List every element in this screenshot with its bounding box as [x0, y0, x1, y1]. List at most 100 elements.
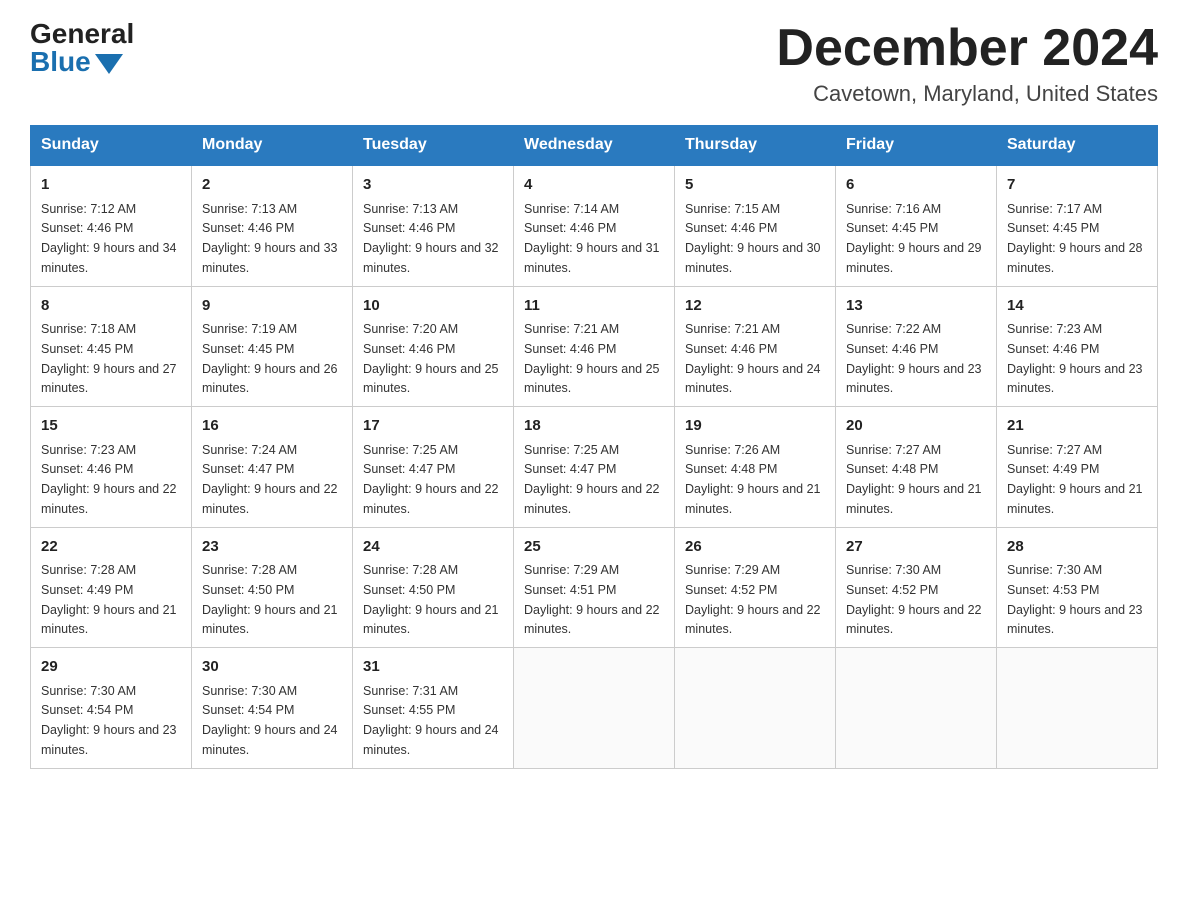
calendar-cell: 25 Sunrise: 7:29 AMSunset: 4:51 PMDaylig…: [514, 527, 675, 648]
calendar-cell: 18 Sunrise: 7:25 AMSunset: 4:47 PMDaylig…: [514, 407, 675, 528]
day-number: 16: [202, 415, 342, 438]
day-number: 9: [202, 295, 342, 318]
day-sunrise: Sunrise: 7:28 AMSunset: 4:50 PMDaylight:…: [363, 563, 499, 636]
day-number: 7: [1007, 174, 1147, 197]
logo-blue-text: Blue: [30, 48, 91, 76]
day-sunrise: Sunrise: 7:23 AMSunset: 4:46 PMDaylight:…: [1007, 322, 1143, 395]
day-sunrise: Sunrise: 7:24 AMSunset: 4:47 PMDaylight:…: [202, 443, 338, 516]
calendar-header-friday: Friday: [836, 126, 997, 166]
day-sunrise: Sunrise: 7:27 AMSunset: 4:49 PMDaylight:…: [1007, 443, 1143, 516]
day-number: 30: [202, 656, 342, 679]
location-title: Cavetown, Maryland, United States: [776, 81, 1158, 107]
page-header: General Blue December 2024 Cavetown, Mar…: [30, 20, 1158, 107]
calendar-cell: [836, 648, 997, 769]
day-sunrise: Sunrise: 7:25 AMSunset: 4:47 PMDaylight:…: [363, 443, 499, 516]
calendar-cell: [997, 648, 1158, 769]
calendar-week-row: 15 Sunrise: 7:23 AMSunset: 4:46 PMDaylig…: [31, 407, 1158, 528]
day-sunrise: Sunrise: 7:27 AMSunset: 4:48 PMDaylight:…: [846, 443, 982, 516]
day-number: 10: [363, 295, 503, 318]
calendar-cell: 20 Sunrise: 7:27 AMSunset: 4:48 PMDaylig…: [836, 407, 997, 528]
day-sunrise: Sunrise: 7:14 AMSunset: 4:46 PMDaylight:…: [524, 202, 660, 275]
calendar-cell: 11 Sunrise: 7:21 AMSunset: 4:46 PMDaylig…: [514, 286, 675, 407]
day-sunrise: Sunrise: 7:25 AMSunset: 4:47 PMDaylight:…: [524, 443, 660, 516]
logo: General Blue: [30, 20, 134, 76]
day-sunrise: Sunrise: 7:29 AMSunset: 4:52 PMDaylight:…: [685, 563, 821, 636]
calendar-cell: 30 Sunrise: 7:30 AMSunset: 4:54 PMDaylig…: [192, 648, 353, 769]
calendar-header-wednesday: Wednesday: [514, 126, 675, 166]
day-number: 12: [685, 295, 825, 318]
calendar-cell: 29 Sunrise: 7:30 AMSunset: 4:54 PMDaylig…: [31, 648, 192, 769]
day-number: 31: [363, 656, 503, 679]
day-number: 3: [363, 174, 503, 197]
day-sunrise: Sunrise: 7:19 AMSunset: 4:45 PMDaylight:…: [202, 322, 338, 395]
day-sunrise: Sunrise: 7:20 AMSunset: 4:46 PMDaylight:…: [363, 322, 499, 395]
calendar-cell: 23 Sunrise: 7:28 AMSunset: 4:50 PMDaylig…: [192, 527, 353, 648]
day-sunrise: Sunrise: 7:30 AMSunset: 4:53 PMDaylight:…: [1007, 563, 1143, 636]
calendar-cell: 5 Sunrise: 7:15 AMSunset: 4:46 PMDayligh…: [675, 165, 836, 286]
calendar-header-monday: Monday: [192, 126, 353, 166]
calendar-cell: 16 Sunrise: 7:24 AMSunset: 4:47 PMDaylig…: [192, 407, 353, 528]
calendar-cell: 9 Sunrise: 7:19 AMSunset: 4:45 PMDayligh…: [192, 286, 353, 407]
calendar-header-sunday: Sunday: [31, 126, 192, 166]
day-sunrise: Sunrise: 7:28 AMSunset: 4:49 PMDaylight:…: [41, 563, 177, 636]
calendar-cell: 10 Sunrise: 7:20 AMSunset: 4:46 PMDaylig…: [353, 286, 514, 407]
calendar-cell: 15 Sunrise: 7:23 AMSunset: 4:46 PMDaylig…: [31, 407, 192, 528]
day-number: 1: [41, 174, 181, 197]
day-number: 20: [846, 415, 986, 438]
calendar-cell: 24 Sunrise: 7:28 AMSunset: 4:50 PMDaylig…: [353, 527, 514, 648]
day-number: 11: [524, 295, 664, 318]
day-sunrise: Sunrise: 7:30 AMSunset: 4:52 PMDaylight:…: [846, 563, 982, 636]
day-number: 4: [524, 174, 664, 197]
calendar-cell: [514, 648, 675, 769]
calendar-cell: 8 Sunrise: 7:18 AMSunset: 4:45 PMDayligh…: [31, 286, 192, 407]
calendar-cell: 14 Sunrise: 7:23 AMSunset: 4:46 PMDaylig…: [997, 286, 1158, 407]
day-number: 17: [363, 415, 503, 438]
day-sunrise: Sunrise: 7:21 AMSunset: 4:46 PMDaylight:…: [685, 322, 821, 395]
calendar-cell: 12 Sunrise: 7:21 AMSunset: 4:46 PMDaylig…: [675, 286, 836, 407]
calendar-cell: 19 Sunrise: 7:26 AMSunset: 4:48 PMDaylig…: [675, 407, 836, 528]
calendar-header-saturday: Saturday: [997, 126, 1158, 166]
day-number: 13: [846, 295, 986, 318]
calendar-header-tuesday: Tuesday: [353, 126, 514, 166]
day-number: 5: [685, 174, 825, 197]
day-sunrise: Sunrise: 7:22 AMSunset: 4:46 PMDaylight:…: [846, 322, 982, 395]
title-block: December 2024 Cavetown, Maryland, United…: [776, 20, 1158, 107]
day-number: 21: [1007, 415, 1147, 438]
day-number: 8: [41, 295, 181, 318]
calendar-cell: 21 Sunrise: 7:27 AMSunset: 4:49 PMDaylig…: [997, 407, 1158, 528]
calendar-cell: 2 Sunrise: 7:13 AMSunset: 4:46 PMDayligh…: [192, 165, 353, 286]
day-number: 23: [202, 536, 342, 559]
calendar-cell: 13 Sunrise: 7:22 AMSunset: 4:46 PMDaylig…: [836, 286, 997, 407]
calendar-week-row: 8 Sunrise: 7:18 AMSunset: 4:45 PMDayligh…: [31, 286, 1158, 407]
calendar-cell: 27 Sunrise: 7:30 AMSunset: 4:52 PMDaylig…: [836, 527, 997, 648]
calendar-week-row: 22 Sunrise: 7:28 AMSunset: 4:49 PMDaylig…: [31, 527, 1158, 648]
calendar-cell: 17 Sunrise: 7:25 AMSunset: 4:47 PMDaylig…: [353, 407, 514, 528]
calendar-cell: 1 Sunrise: 7:12 AMSunset: 4:46 PMDayligh…: [31, 165, 192, 286]
day-sunrise: Sunrise: 7:16 AMSunset: 4:45 PMDaylight:…: [846, 202, 982, 275]
day-number: 14: [1007, 295, 1147, 318]
day-number: 19: [685, 415, 825, 438]
day-sunrise: Sunrise: 7:15 AMSunset: 4:46 PMDaylight:…: [685, 202, 821, 275]
calendar-cell: 4 Sunrise: 7:14 AMSunset: 4:46 PMDayligh…: [514, 165, 675, 286]
day-number: 28: [1007, 536, 1147, 559]
day-sunrise: Sunrise: 7:21 AMSunset: 4:46 PMDaylight:…: [524, 322, 660, 395]
calendar-cell: 31 Sunrise: 7:31 AMSunset: 4:55 PMDaylig…: [353, 648, 514, 769]
day-sunrise: Sunrise: 7:31 AMSunset: 4:55 PMDaylight:…: [363, 684, 499, 757]
calendar-cell: 26 Sunrise: 7:29 AMSunset: 4:52 PMDaylig…: [675, 527, 836, 648]
day-number: 27: [846, 536, 986, 559]
calendar-week-row: 29 Sunrise: 7:30 AMSunset: 4:54 PMDaylig…: [31, 648, 1158, 769]
calendar-cell: 7 Sunrise: 7:17 AMSunset: 4:45 PMDayligh…: [997, 165, 1158, 286]
calendar-table: SundayMondayTuesdayWednesdayThursdayFrid…: [30, 125, 1158, 769]
day-sunrise: Sunrise: 7:13 AMSunset: 4:46 PMDaylight:…: [202, 202, 338, 275]
calendar-header-row: SundayMondayTuesdayWednesdayThursdayFrid…: [31, 126, 1158, 166]
day-sunrise: Sunrise: 7:12 AMSunset: 4:46 PMDaylight:…: [41, 202, 177, 275]
calendar-week-row: 1 Sunrise: 7:12 AMSunset: 4:46 PMDayligh…: [31, 165, 1158, 286]
day-sunrise: Sunrise: 7:17 AMSunset: 4:45 PMDaylight:…: [1007, 202, 1143, 275]
day-sunrise: Sunrise: 7:30 AMSunset: 4:54 PMDaylight:…: [41, 684, 177, 757]
day-number: 26: [685, 536, 825, 559]
logo-general-text: General: [30, 20, 134, 48]
day-number: 24: [363, 536, 503, 559]
day-sunrise: Sunrise: 7:28 AMSunset: 4:50 PMDaylight:…: [202, 563, 338, 636]
calendar-cell: 3 Sunrise: 7:13 AMSunset: 4:46 PMDayligh…: [353, 165, 514, 286]
calendar-cell: 22 Sunrise: 7:28 AMSunset: 4:49 PMDaylig…: [31, 527, 192, 648]
